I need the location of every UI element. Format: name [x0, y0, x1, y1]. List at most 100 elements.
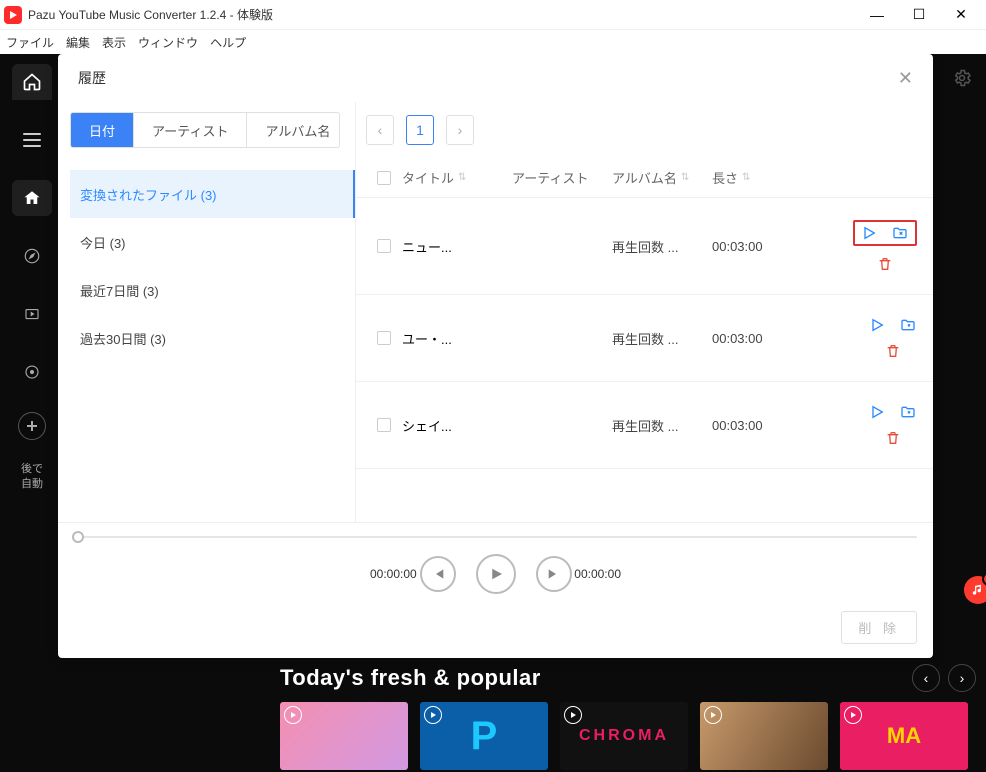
delete-icon[interactable] [885, 343, 901, 359]
menu-help[interactable]: ヘルプ [210, 34, 246, 51]
menu-edit[interactable]: 編集 [66, 34, 90, 51]
delete-button[interactable]: 削 除 [841, 611, 917, 644]
carousel-prev-button[interactable]: ‹ [912, 664, 940, 692]
disc-icon[interactable] [12, 354, 52, 390]
table-row: ニュー... 再生回数 ... 00:03:00 [356, 198, 933, 295]
sort-tab-group: 日付 アーティスト アルバム名 [70, 112, 340, 148]
play-icon[interactable] [861, 225, 877, 241]
bg-section-title: Today's fresh & popular [280, 665, 541, 691]
sidebar-later-label: 後で 自動 [17, 462, 47, 493]
library-icon[interactable] [12, 296, 52, 332]
cell-length: 00:03:00 [712, 239, 802, 254]
thumb-play-icon [424, 706, 442, 724]
th-album[interactable]: アルバム名⇅ [612, 168, 712, 187]
thumbnail-row: P CHROMA MA [280, 702, 986, 770]
table-header: タイトル⇅ アーティスト アルバム名⇅ 長さ⇅ [356, 158, 933, 198]
open-folder-icon[interactable] [899, 317, 917, 333]
thumbnail[interactable]: P [420, 702, 548, 770]
page-number-1[interactable]: 1 [406, 115, 434, 145]
nav-home-icon[interactable] [12, 180, 52, 216]
app-logo-icon [4, 6, 22, 24]
total-time: 00:00:00 [574, 567, 621, 581]
cell-title: ニュー... [402, 237, 512, 256]
table-row: シェイ... 再生回数 ... 00:03:00 [356, 382, 933, 469]
open-folder-icon[interactable] [891, 225, 909, 241]
th-title[interactable]: タイトル⇅ [402, 168, 512, 187]
filter-last30[interactable]: 過去30日間 (3) [70, 314, 355, 362]
menu-bar: ファイル 編集 表示 ウィンドウ ヘルプ [0, 30, 986, 54]
thumb-play-icon [564, 706, 582, 724]
elapsed-time: 00:00:00 [370, 567, 417, 581]
dialog-right-panel: ‹ 1 › タイトル⇅ アーティスト アルバム名⇅ 長さ⇅ ニュー... [356, 102, 933, 522]
seek-knob[interactable] [72, 531, 84, 543]
table-body: ニュー... 再生回数 ... 00:03:00 [356, 198, 933, 522]
cell-album: 再生回数 ... [612, 416, 712, 435]
row-checkbox[interactable] [377, 331, 391, 345]
sort-icon: ⇅ [458, 172, 466, 183]
home-icon[interactable] [12, 64, 52, 100]
menu-view[interactable]: 表示 [102, 34, 126, 51]
select-all-checkbox[interactable] [377, 171, 391, 185]
sort-icon: ⇅ [681, 172, 689, 183]
thumb-play-icon [844, 706, 862, 724]
row-checkbox[interactable] [377, 418, 391, 432]
close-button[interactable]: ✕ [940, 0, 982, 30]
thumb-play-icon [284, 706, 302, 724]
play-button[interactable] [476, 554, 516, 594]
row-checkbox[interactable] [377, 239, 391, 253]
maximize-button[interactable]: ☐ [898, 0, 940, 30]
page-prev-button[interactable]: ‹ [366, 115, 394, 145]
music-float-icon[interactable]: + [964, 576, 986, 604]
filter-list: 変換されたファイル (3) 今日 (3) 最近7日間 (3) 過去30日間 (3… [70, 170, 355, 362]
cell-length: 00:03:00 [712, 418, 802, 433]
filter-today[interactable]: 今日 (3) [70, 218, 355, 266]
seek-slider[interactable] [74, 529, 917, 545]
page-next-button[interactable]: › [446, 115, 474, 145]
menu-file[interactable]: ファイル [6, 34, 54, 51]
table-row: ユー・... 再生回数 ... 00:03:00 [356, 295, 933, 382]
th-artist[interactable]: アーティスト [512, 168, 612, 187]
side-rail: 後で 自動 [0, 54, 64, 772]
prev-track-button[interactable] [420, 556, 456, 592]
filter-last7[interactable]: 最近7日間 (3) [70, 266, 355, 314]
tab-artist[interactable]: アーティスト [134, 113, 247, 147]
play-icon[interactable] [869, 317, 885, 333]
dialog-header: 履歴 ✕ [58, 54, 933, 102]
th-length[interactable]: 長さ⇅ [712, 168, 802, 187]
open-folder-icon[interactable] [899, 404, 917, 420]
menu-window[interactable]: ウィンドウ [138, 34, 198, 51]
cell-title: ユー・... [402, 329, 512, 348]
cell-length: 00:03:00 [712, 331, 802, 346]
delete-icon[interactable] [877, 256, 893, 272]
compass-icon[interactable] [12, 238, 52, 274]
next-track-button[interactable] [536, 556, 572, 592]
sort-icon: ⇅ [742, 172, 750, 183]
dialog-title: 履歴 [78, 68, 106, 88]
tab-album[interactable]: アルバム名 [247, 113, 340, 147]
thumb-play-icon [704, 706, 722, 724]
dialog-close-icon[interactable]: ✕ [898, 68, 913, 89]
tab-date[interactable]: 日付 [71, 113, 134, 147]
carousel-next-button[interactable]: › [948, 664, 976, 692]
minimize-button[interactable]: — [856, 0, 898, 30]
cell-album: 再生回数 ... [612, 237, 712, 256]
thumbnail[interactable]: CHROMA [560, 702, 688, 770]
titlebar: Pazu YouTube Music Converter 1.2.4 - 体験版… [0, 0, 986, 30]
window-title: Pazu YouTube Music Converter 1.2.4 - 体験版 [28, 6, 273, 23]
add-icon[interactable] [18, 412, 46, 440]
play-icon[interactable] [869, 404, 885, 420]
thumbnail[interactable] [280, 702, 408, 770]
pagination: ‹ 1 › [356, 102, 933, 158]
thumbnail[interactable]: MA [840, 702, 968, 770]
window-controls: — ☐ ✕ [856, 0, 982, 30]
cell-title: シェイ... [402, 416, 512, 435]
filter-converted[interactable]: 変換されたファイル (3) [70, 170, 355, 218]
cell-album: 再生回数 ... [612, 329, 712, 348]
app-body: 後で 自動 + 履歴 ✕ 日付 アーティスト アルバム名 変換されたファイル (… [0, 54, 986, 772]
player-bar: 00:00:00 00:00:00 [58, 522, 933, 603]
dialog-left-panel: 日付 アーティスト アルバム名 変換されたファイル (3) 今日 (3) 最近7… [58, 102, 356, 522]
delete-icon[interactable] [885, 430, 901, 446]
hamburger-icon[interactable] [12, 122, 52, 158]
thumbnail[interactable] [700, 702, 828, 770]
settings-gear-icon[interactable] [952, 68, 972, 88]
